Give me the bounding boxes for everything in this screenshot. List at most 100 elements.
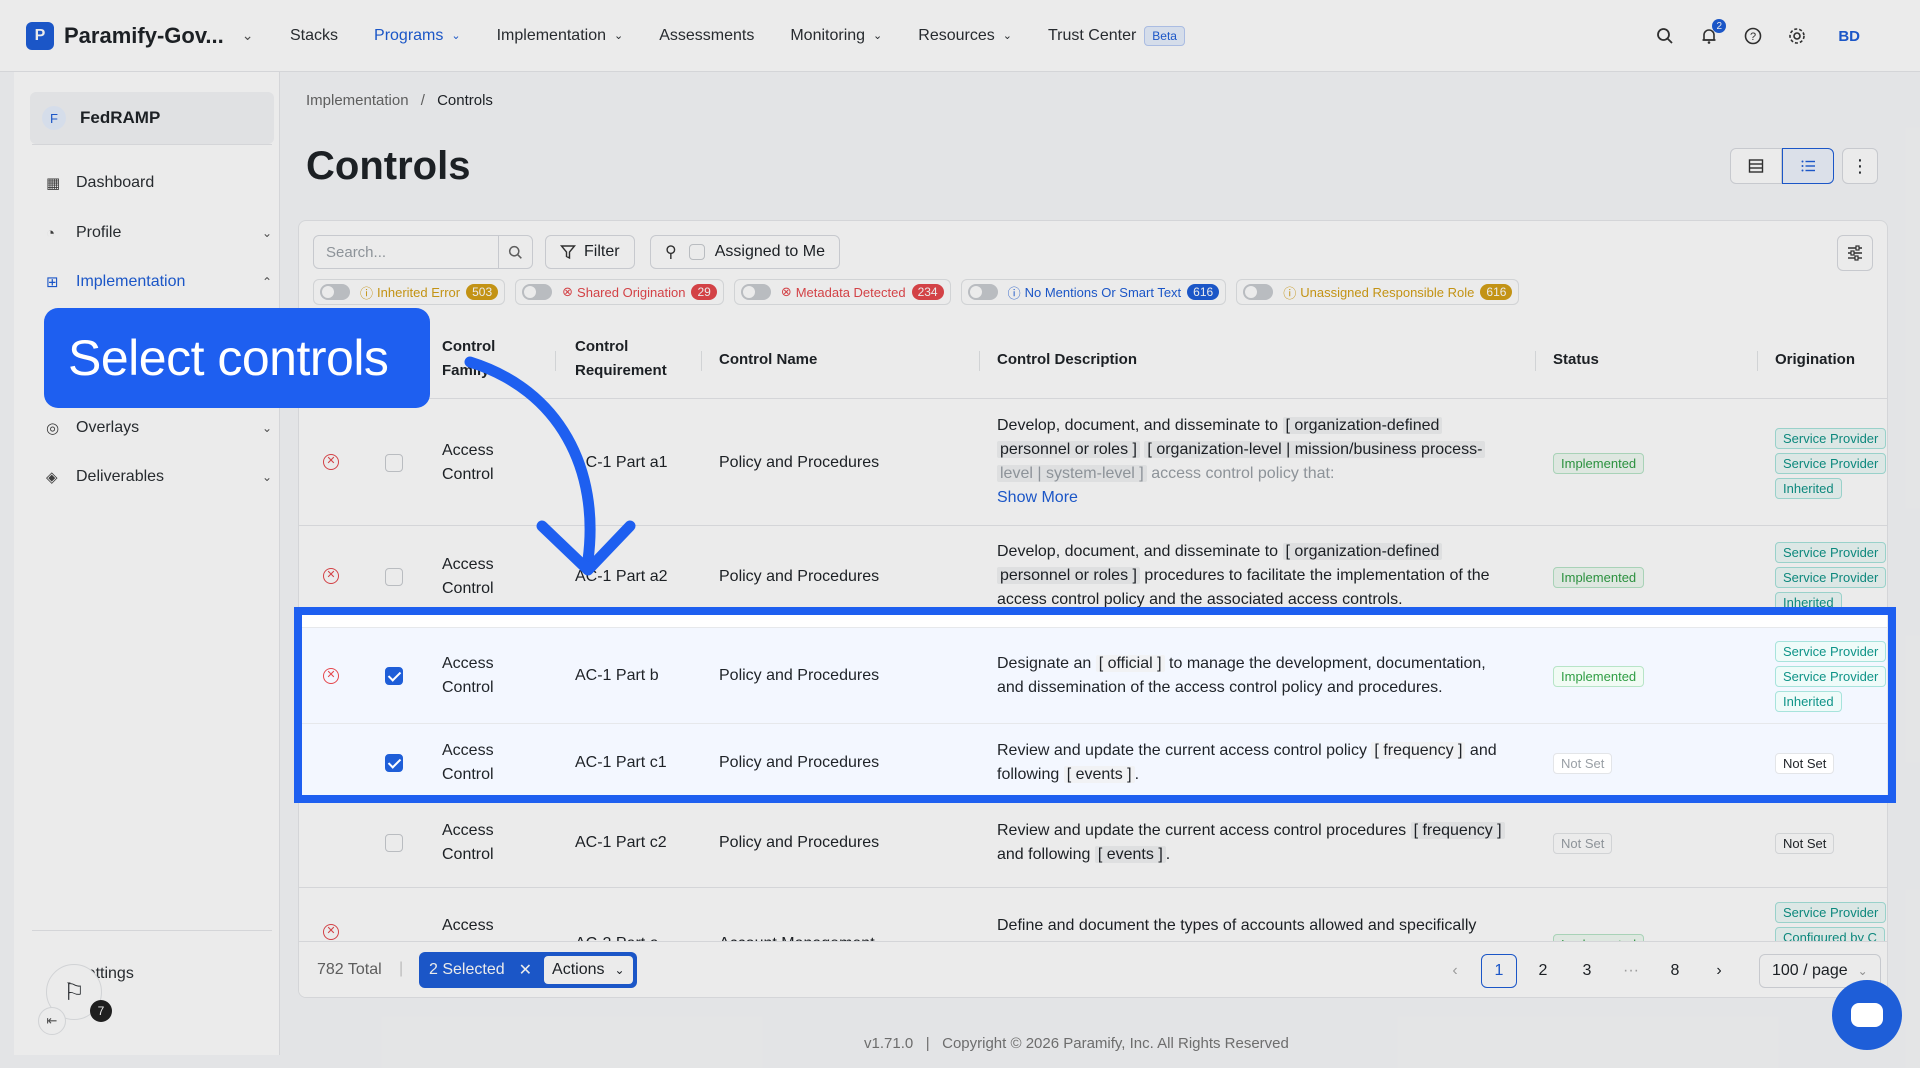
chat-support-button[interactable] (1832, 980, 1902, 1050)
row-checkbox[interactable] (385, 568, 403, 586)
notification-count: 2 (1712, 19, 1727, 33)
table-row[interactable]: Access Control AC-1 Part c2 Policy and P… (299, 802, 1887, 888)
desc-parameter: [ organization-defined (1282, 543, 1443, 560)
cell-text: Access (442, 556, 494, 573)
sidebar-item-dashboard[interactable]: ▦ Dashboard (46, 168, 272, 198)
col-control-family[interactable]: Control Family (442, 335, 495, 383)
assistant-badge: 7 (90, 1000, 112, 1022)
nav-programs[interactable]: Programs ⌄ (374, 27, 461, 45)
toggle-switch[interactable] (1243, 284, 1274, 300)
nav-monitoring[interactable]: Monitoring ⌄ (790, 27, 882, 45)
row-checkbox[interactable] (385, 754, 403, 772)
chip-shared-origination[interactable]: ⊗ Shared Origination 29 (515, 279, 724, 305)
nav-implementation[interactable]: Implementation ⌄ (497, 27, 624, 45)
total-count: 782 Total (317, 961, 382, 978)
sidebar-divider (32, 144, 272, 145)
breadcrumb-parent[interactable]: Implementation (306, 92, 409, 109)
assigned-to-me-filter[interactable]: ⚲ Assigned to Me (650, 235, 840, 269)
gear-icon[interactable] (1786, 25, 1808, 47)
list-view-button[interactable] (1782, 148, 1834, 184)
row-checkbox[interactable] (385, 454, 403, 472)
sidebar-divider (32, 930, 272, 931)
page-8[interactable]: 8 (1657, 954, 1693, 988)
show-more-link[interactable]: Show More (997, 486, 1527, 510)
search-icon[interactable] (1654, 25, 1676, 47)
chip-no-mentions[interactable]: ⓘ No Mentions Or Smart Text 616 (960, 279, 1227, 305)
breadcrumb-separator: / (420, 92, 425, 109)
cell-text: Control (442, 580, 494, 597)
toggle-switch[interactable] (967, 284, 998, 300)
cell-text: Control (442, 679, 494, 696)
sidebar-item-implementation[interactable]: ⊞ Implementation ⌃ (46, 267, 272, 297)
saved-filter-icon: ⚲ (665, 244, 677, 261)
beta-badge: Beta (1144, 25, 1185, 46)
sidebar-item-settings[interactable]: Settings (76, 959, 302, 989)
chip-inherited-error[interactable]: ⓘ Inherited Error 503 (313, 279, 506, 305)
col-origination[interactable]: Origination (1775, 348, 1855, 372)
page-1[interactable]: 1 (1481, 954, 1517, 988)
sidebar-item-label: Deliverables (76, 468, 165, 485)
nav-implementation-label: Implementation (496, 26, 606, 44)
page-ellipsis[interactable]: ··· (1613, 954, 1649, 988)
desc-text: . (1134, 766, 1140, 783)
origination-badge: Service Provider (1775, 567, 1887, 588)
assigned-checkbox[interactable] (688, 244, 705, 260)
desc-parameter: [ organization-defined (1282, 417, 1443, 434)
chevron-up-icon: ⌃ (261, 275, 272, 289)
col-control-requirement[interactable]: Control Requirement (575, 335, 667, 383)
toggle-switch[interactable] (320, 284, 350, 300)
sidebar-item-overlays[interactable]: ◎ Overlays ⌄ (46, 413, 272, 443)
col-control-description[interactable]: Control Description (997, 348, 1137, 372)
chip-label: Shared Origination (577, 284, 686, 300)
warning-icon: ⓘ (1283, 285, 1297, 301)
nav-resources[interactable]: Resources ⌄ (918, 27, 1012, 45)
origination-badge: Service Provider (1775, 641, 1887, 662)
desc-text: Review and update the current access con… (997, 822, 1411, 839)
nav-trust-center[interactable]: Trust Center Beta (1048, 25, 1185, 46)
toggle-switch[interactable] (522, 284, 553, 300)
collapse-sidebar-icon[interactable]: ⇤ (38, 1007, 66, 1035)
column-settings-icon[interactable] (1837, 235, 1873, 271)
clear-selection-icon[interactable]: ✕ (519, 960, 532, 980)
error-icon: ⊗ (562, 284, 574, 299)
bell-icon[interactable]: 2 (1698, 19, 1727, 47)
search-input[interactable]: Search... (313, 235, 533, 269)
more-options-icon[interactable]: ⋮ (1842, 148, 1878, 184)
prev-page-icon[interactable]: ‹ (1437, 954, 1473, 988)
col-control-name[interactable]: Control Name (719, 348, 817, 372)
chip-metadata-detected[interactable]: ⊗ Metadata Detected 234 (733, 279, 951, 305)
page-size-label: 100 / page (1772, 962, 1848, 979)
row-family: Access Control (442, 652, 494, 700)
page-3[interactable]: 3 (1569, 954, 1605, 988)
page-2[interactable]: 2 (1525, 954, 1561, 988)
assistant-icon: ⚐ (63, 978, 85, 1006)
table-row[interactable]: Access Control AC-1 Part c1 Policy and P… (299, 724, 1887, 802)
sidebar-item-profile[interactable]: ◔ Profile ⌄ (46, 218, 272, 248)
help-icon[interactable]: ? (1742, 25, 1764, 47)
col-status[interactable]: Status (1553, 348, 1599, 372)
nav-assessments[interactable]: Assessments (659, 27, 754, 45)
table-row[interactable]: ✕ Access Control AC-1 Part a2 Policy and… (299, 526, 1887, 628)
table-row[interactable]: ✕ Access Control AC-1 Part b Policy and … (299, 628, 1887, 724)
filter-button[interactable]: Filter (545, 235, 635, 269)
next-page-icon[interactable]: › (1701, 954, 1737, 988)
row-family: Access Control (442, 439, 494, 487)
table-view-button[interactable] (1730, 148, 1782, 184)
actions-dropdown[interactable]: Actions ⌄ (544, 956, 633, 984)
desc-text: following (997, 766, 1064, 783)
actions-label: Actions (552, 961, 605, 978)
chip-unassigned-role[interactable]: ⓘ Unassigned Responsible Role 616 (1236, 279, 1520, 305)
nav-stacks[interactable]: Stacks (290, 27, 338, 45)
sidebar-item-deliverables[interactable]: ◈ Deliverables ⌄ (46, 462, 272, 492)
table-row[interactable]: ✕ Access Control AC-1 Part a1 Policy and… (299, 400, 1887, 526)
search-icon[interactable] (498, 236, 532, 268)
origination-badge: Not Set (1775, 753, 1835, 774)
org-selector[interactable]: F FedRAMP (30, 92, 274, 144)
row-checkbox[interactable] (385, 667, 403, 685)
workspace-switcher[interactable]: P Paramify-Gov... ⌄ (26, 21, 266, 50)
row-checkbox[interactable] (385, 834, 403, 852)
toggle-switch[interactable] (740, 284, 771, 300)
nav-monitoring-label: Monitoring (790, 26, 866, 44)
user-avatar[interactable]: BD (1838, 28, 1860, 45)
sidebar-item-label: Profile (76, 224, 122, 241)
